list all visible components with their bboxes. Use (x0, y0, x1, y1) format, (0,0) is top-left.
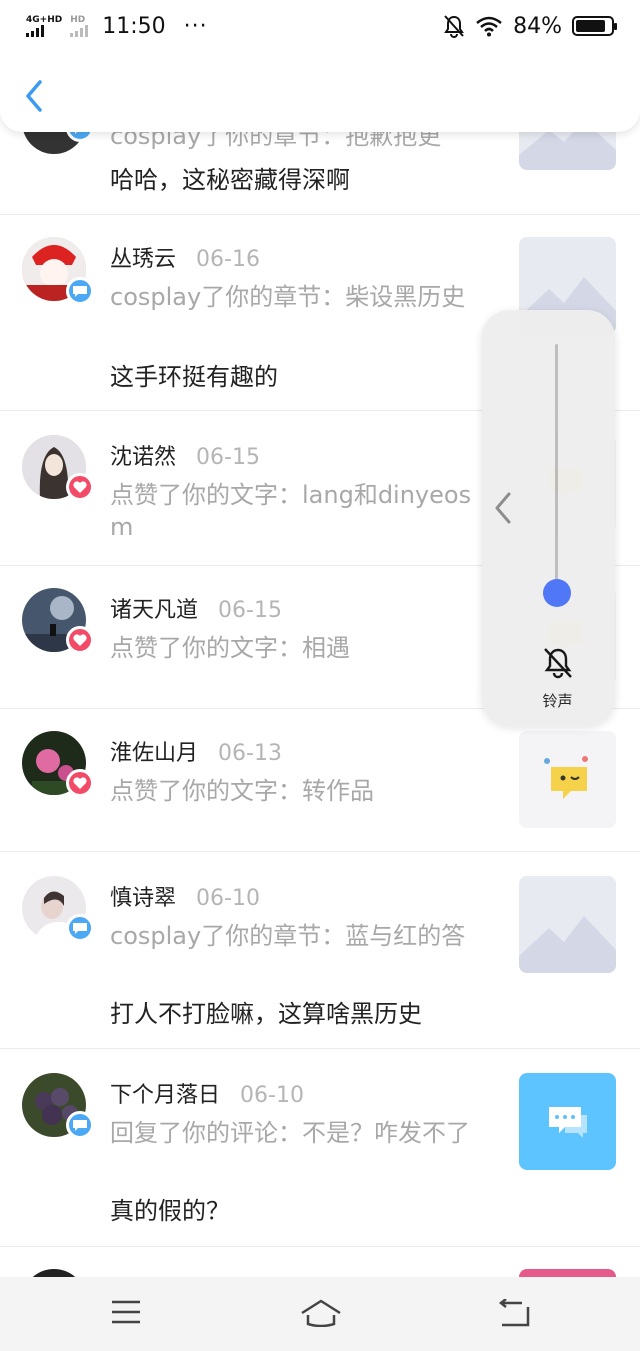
chat-bubble-icon (549, 1107, 587, 1138)
comment-bubble-icon (66, 277, 94, 305)
notification-header: 沈诺然 06-15 (110, 439, 260, 471)
signal-icon-1: 4G+HD (26, 14, 63, 37)
network-type-label: 4G+HD (26, 14, 63, 25)
notification-action: 点赞了你的文字：lang和dinyeosm (110, 481, 472, 541)
heart-icon (66, 626, 94, 654)
notification-date: 06-15 (218, 598, 282, 623)
volume-label: 铃声 (542, 692, 573, 710)
volume-panel: 铃声 (482, 310, 615, 726)
home-icon[interactable] (300, 1299, 342, 1327)
clock: 11:50 (102, 13, 166, 39)
bell-off-icon (444, 15, 464, 38)
user-name[interactable]: 淮佐山月 (110, 741, 198, 766)
volume-slider-track[interactable] (555, 344, 558, 606)
heart-icon (66, 473, 94, 501)
user-name[interactable]: 诸天凡道 (110, 598, 198, 623)
notification-date: 06-13 (218, 741, 282, 766)
notification-date: 06-10 (196, 886, 260, 911)
content-thumbnail[interactable] (519, 876, 616, 973)
signal-icon-2: HD (70, 14, 89, 37)
status-left: 4G+HD HD 11:50 ··· (26, 14, 208, 39)
notification-reply: 打人不打脸嘛，这算啥黑历史 (110, 1000, 422, 1028)
notification-reply: 真的假的？ (110, 1197, 230, 1225)
system-nav-bar (0, 1277, 640, 1351)
notification-action: 回复了你的评论：不是？咋发不了 (110, 1119, 470, 1147)
user-name[interactable]: 丛琇云 (110, 247, 176, 272)
battery-icon (572, 16, 617, 36)
chevron-left-icon[interactable] (492, 490, 514, 526)
back-icon[interactable] (498, 1299, 532, 1327)
notification-header: 淮佐山月 06-13 (110, 735, 282, 767)
battery-percent: 84% (513, 13, 562, 39)
content-thumbnail[interactable] (519, 1073, 616, 1170)
chevron-left-icon[interactable] (18, 76, 52, 116)
notification-date: 06-10 (240, 1083, 304, 1108)
network-type-label-2: HD (70, 14, 86, 25)
battery-level (576, 20, 605, 32)
heart-icon (66, 769, 94, 797)
menu-icon[interactable] (110, 1299, 142, 1325)
comment-bubble-icon (66, 914, 94, 942)
speech-bubble-icon (519, 731, 616, 828)
comment-bubble-icon (66, 1111, 94, 1139)
wifi-icon (476, 16, 502, 37)
volume-slider-knob[interactable] (543, 579, 571, 607)
notification-header: 丛琇云 06-16 (110, 241, 260, 273)
notification-header: 慎诗翠 06-10 (110, 880, 260, 912)
notification-date: 06-16 (196, 247, 260, 272)
user-name[interactable]: 沈诺然 (110, 445, 176, 470)
notification-reply: 哈哈，这秘密藏得深啊 (110, 166, 350, 194)
notification-action: 点赞了你的文字：相遇 (110, 634, 350, 662)
notification-item[interactable]: 淮佐山月 06-13 点赞了你的文字：转作品 (0, 709, 640, 852)
notification-item[interactable]: 慎诗翠 06-10 cosplay了你的章节：蓝与红的答 打人不打脸嘛，这算啥黑历… (0, 852, 640, 1049)
notification-action: cosplay了你的章节：蓝与红的答 (110, 922, 466, 950)
notification-header: 下个月落日 06-10 (110, 1077, 304, 1109)
status-right: 84% (443, 13, 617, 39)
status-bar: 4G+HD HD 11:50 ··· 84% (0, 0, 640, 52)
notification-date: 06-15 (196, 445, 260, 470)
bell-off-icon[interactable] (542, 646, 574, 680)
top-app-bar (0, 52, 640, 132)
notification-header: 诸天凡道 06-15 (110, 592, 282, 624)
notification-action: cosplay了你的章节：柴设黑历史 (110, 283, 466, 311)
user-name[interactable]: 下个月落日 (110, 1083, 220, 1108)
user-name[interactable]: 慎诗翠 (110, 886, 176, 911)
notification-item[interactable]: 下个月落日 06-10 回复了你的评论：不是？咋发不了 真的假的？ (0, 1049, 640, 1247)
more-notifications-icon: ··· (183, 13, 208, 39)
notification-reply: 这手环挺有趣的 (110, 363, 278, 391)
notification-action: 点赞了你的文字：转作品 (110, 777, 374, 805)
content-thumbnail[interactable] (519, 731, 616, 828)
